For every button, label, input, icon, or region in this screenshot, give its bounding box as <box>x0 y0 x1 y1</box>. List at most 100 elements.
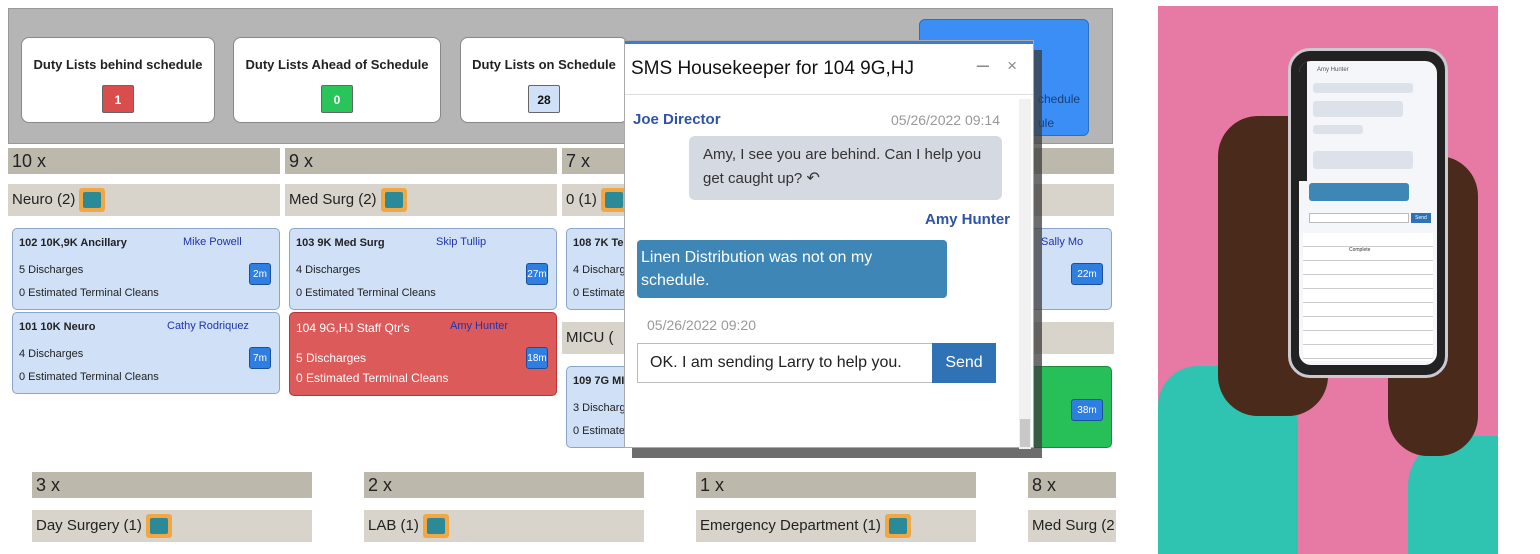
scrollbar-thumb[interactable] <box>1020 419 1030 447</box>
outgoing-message-text: Linen Distribution was not on my schedul… <box>641 249 873 289</box>
duty-card-title: 102 10K,9K Ancillary <box>19 237 127 249</box>
duty-card-timer[interactable]: 7m <box>249 347 271 369</box>
ahead-schedule-count: 0 <box>321 85 353 113</box>
duty-card-timer[interactable]: 22m <box>1071 263 1103 285</box>
duty-card-cleans: 0 Estimated Terminal Cleans <box>296 287 436 299</box>
unit-neuro-label: Neuro (2) <box>12 191 76 208</box>
on-schedule-label: Duty Lists on Schedule <box>472 57 616 72</box>
chat-scrollbar[interactable] <box>1019 99 1031 449</box>
unit-med-surg-label: Med Surg (2) <box>289 191 377 208</box>
behind-schedule-card[interactable]: Duty Lists behind schedule 1 <box>21 37 215 123</box>
image-icon[interactable] <box>380 188 407 213</box>
duty-card-assignee: Skip Tullip <box>436 236 487 248</box>
phone-message-input[interactable] <box>1309 213 1409 223</box>
unit-med-surg-2-label: Med Surg (2 <box>1032 517 1115 534</box>
unit-emergency-label: Emergency Department (1) <box>700 517 881 534</box>
incoming-message-text: Amy, I see you are behind. Can I help yo… <box>703 146 982 187</box>
duty-card-assignee: Amy Hunter <box>450 320 509 332</box>
duty-card-timer[interactable]: 2m <box>249 263 271 285</box>
phone-photo: Amy Hunter Send Complete <box>1158 6 1498 554</box>
duty-card-title: 103 9K Med Surg <box>296 237 385 249</box>
phone-bubble <box>1313 83 1413 93</box>
unit-third-label: 0 (1) <box>566 191 597 208</box>
duty-card-discharges: 4 Discharges <box>19 348 84 360</box>
outgoing-message: Linen Distribution was not on my schedul… <box>637 240 947 298</box>
image-icon[interactable] <box>79 188 106 213</box>
duty-card-cleans: 0 Estimated Terminal Cleans <box>19 287 159 299</box>
duty-card-cleans: 0 Estimate <box>573 287 625 299</box>
duty-card[interactable]: 102 10K,9K Ancillary Mike Powell 5 Disch… <box>12 228 280 310</box>
image-icon[interactable] <box>600 188 627 213</box>
schedule-button-text-2: ule <box>1038 116 1055 130</box>
chat-header: SMS Housekeeper for 104 9G,HJ – × <box>625 41 1033 95</box>
on-schedule-count: 28 <box>528 85 560 113</box>
image-icon[interactable] <box>884 514 911 539</box>
duty-card-cleans: 0 Estimated Terminal Cleans <box>296 371 449 385</box>
group-multiplier-2: 2 x <box>364 472 644 498</box>
message-timestamp: 05/26/2022 09:14 <box>891 112 1000 128</box>
group-multiplier-3: 3 x <box>32 472 312 498</box>
message-input[interactable] <box>637 343 933 383</box>
duty-card-discharges: 4 Discharges <box>296 264 361 276</box>
group-multiplier-9: 9 x <box>285 148 557 174</box>
group-multiplier-1: 1 x <box>696 472 976 498</box>
duty-card-title: 108 7K Tel <box>573 237 627 249</box>
duty-card-discharges: 5 Discharges <box>19 264 84 276</box>
phone-bubble <box>1313 101 1403 117</box>
unit-day-surgery[interactable]: Day Surgery (1) <box>32 510 312 542</box>
duty-card[interactable]: 101 10K Neuro Cathy Rodriquez 4 Discharg… <box>12 312 280 394</box>
sms-chat-dialog: SMS Housekeeper for 104 9G,HJ – × Joe Di… <box>624 40 1034 449</box>
phone-complete-label: Complete <box>1349 247 1371 253</box>
duty-card-timer[interactable]: 38m <box>1071 399 1103 421</box>
duty-card-discharges: 4 Discharg <box>573 264 626 276</box>
duty-card-title: 101 10K Neuro <box>19 321 96 333</box>
duty-card-cleans: 0 Estimated Terminal Cleans <box>19 371 159 383</box>
duty-card-assignee: Sally Mo <box>1041 236 1084 248</box>
minimize-icon[interactable]: – <box>977 52 989 78</box>
group-multiplier-10: 10 x <box>8 148 280 174</box>
unit-med-surg[interactable]: Med Surg (2) <box>285 184 557 216</box>
message-timestamp: 05/26/2022 09:20 <box>647 317 756 333</box>
behind-schedule-label: Duty Lists behind schedule <box>33 57 203 72</box>
unit-neuro[interactable]: Neuro (2) <box>8 184 280 216</box>
unit-lab-label: LAB (1) <box>368 517 419 534</box>
phone-send-button[interactable]: Send <box>1411 213 1431 223</box>
duty-card-cleans: 0 Estimate <box>573 425 625 437</box>
phone-bubble-outgoing <box>1309 183 1409 201</box>
duty-card-timer[interactable]: 18m <box>526 347 548 369</box>
phone-app-sidebar <box>1299 61 1307 181</box>
duty-card-behind[interactable]: 104 9G,HJ Staff Qtr's Amy Hunter 5 Disch… <box>289 312 557 396</box>
on-schedule-card[interactable]: Duty Lists on Schedule 28 <box>460 37 628 123</box>
incoming-message: Amy, I see you are behind. Can I help yo… <box>689 136 1002 200</box>
group-multiplier-8: 8 x <box>1028 472 1116 498</box>
phone-bubble <box>1313 151 1413 169</box>
message-sender: Joe Director <box>633 111 721 128</box>
phone-bubble <box>1313 125 1363 134</box>
message-sender: Amy Hunter <box>925 211 1011 228</box>
unit-emergency[interactable]: Emergency Department (1) <box>696 510 976 542</box>
ahead-schedule-card[interactable]: Duty Lists Ahead of Schedule 0 <box>233 37 441 123</box>
reply-icon[interactable]: ↶ <box>806 170 819 187</box>
unit-day-surgery-label: Day Surgery (1) <box>36 517 142 534</box>
behind-schedule-count: 1 <box>102 85 134 113</box>
smartphone: Amy Hunter Send Complete <box>1288 48 1448 378</box>
duty-card[interactable]: 103 9K Med Surg Skip Tullip 4 Discharges… <box>289 228 557 310</box>
phone-contact-name: Amy Hunter <box>1317 67 1349 73</box>
duty-card-discharges: 5 Discharges <box>296 351 367 365</box>
duty-card-timer[interactable]: 27m <box>526 263 548 285</box>
unit-lab[interactable]: LAB (1) <box>364 510 644 542</box>
unit-med-surg-2[interactable]: Med Surg (2 <box>1028 510 1116 542</box>
unit-micu-label: MICU ( <box>566 329 614 346</box>
duty-card-title: 104 9G,HJ Staff Qtr's <box>296 321 410 335</box>
duty-card-assignee: Mike Powell <box>183 236 242 248</box>
image-icon[interactable] <box>422 514 449 539</box>
ahead-schedule-label: Duty Lists Ahead of Schedule <box>245 57 429 72</box>
duty-card-discharges: 3 Discharg <box>573 402 626 414</box>
duty-card-title: 109 7G MI <box>573 375 625 387</box>
phone-screen: Amy Hunter Send Complete <box>1299 61 1437 365</box>
send-button[interactable]: Send <box>932 343 996 383</box>
close-icon[interactable]: × <box>1007 56 1017 76</box>
schedule-button-text-1: chedule <box>1038 92 1081 106</box>
chat-title: SMS Housekeeper for 104 9G,HJ <box>631 58 915 79</box>
image-icon[interactable] <box>145 514 172 539</box>
